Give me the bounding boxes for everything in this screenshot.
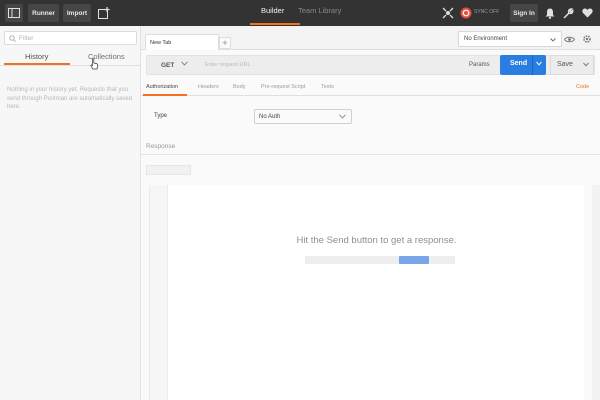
main-panel: New Tab + No Environment GET Params Send…: [141, 26, 600, 400]
environment-value: No Environment: [464, 36, 508, 42]
request-tab-indicator: [143, 94, 187, 96]
interceptor-icon[interactable]: [439, 4, 457, 22]
sidebar-toggle-icon[interactable]: [5, 4, 23, 22]
request-tab[interactable]: New Tab: [145, 34, 219, 50]
response-gutter: [150, 185, 168, 400]
tab-pre-request-script[interactable]: Pre-request Script: [261, 84, 305, 90]
auth-type-label: Type: [154, 113, 168, 119]
response-placeholder-chip: [146, 165, 191, 175]
tab-history[interactable]: History: [25, 52, 48, 61]
response-hint: Hit the Send button to get a response.: [296, 235, 457, 246]
response-divider: [141, 154, 600, 155]
method-select[interactable]: GET: [161, 62, 174, 69]
tab-headers[interactable]: Headers: [198, 84, 219, 90]
auth-type-value: No Auth: [259, 114, 281, 120]
pointer-cursor-icon: [90, 58, 99, 70]
send-button-label: Send: [510, 60, 528, 67]
response-body: Hit the Send button to get a response.: [149, 185, 584, 400]
auth-type-select[interactable]: No Auth: [254, 109, 352, 124]
import-button[interactable]: Import: [63, 4, 91, 22]
tab-tests[interactable]: Tests: [321, 84, 334, 90]
tab-builder[interactable]: Builder: [261, 6, 284, 15]
eye-icon[interactable]: [562, 31, 576, 47]
response-hint-highlight: [399, 256, 429, 264]
tab-authorization[interactable]: Authorization: [146, 84, 178, 90]
response-scrollbar[interactable]: [592, 185, 600, 400]
url-input[interactable]: [205, 59, 455, 71]
runner-button[interactable]: Runner: [28, 4, 59, 22]
code-link[interactable]: Code: [576, 84, 589, 90]
tab-team-library[interactable]: Team Library: [298, 6, 341, 15]
chevron-down-icon: [550, 38, 556, 42]
sync-status: SYNC OFF: [474, 9, 500, 15]
notifications-bell-icon[interactable]: [541, 4, 559, 22]
tab-body[interactable]: Body: [233, 84, 246, 90]
sign-in-button[interactable]: Sign In: [510, 4, 538, 22]
top-bar: Runner Import Builder Team Library SYNC …: [0, 0, 600, 26]
method-chevron-down-icon[interactable]: [181, 61, 188, 66]
filter-input[interactable]: [19, 34, 129, 42]
filter-box[interactable]: [4, 31, 137, 45]
response-label: Response: [146, 143, 176, 150]
new-window-icon[interactable]: [95, 4, 113, 22]
sidebar-divider: [0, 65, 141, 66]
environment-settings-gear-icon[interactable]: [580, 31, 594, 47]
add-tab-button[interactable]: +: [219, 37, 231, 49]
send-button[interactable]: Send: [500, 55, 546, 75]
heart-icon[interactable]: [578, 4, 596, 22]
search-icon: [9, 34, 16, 42]
sync-icon[interactable]: [457, 4, 475, 22]
save-options-chevron-icon[interactable]: [583, 62, 589, 67]
sidebar: History Collections Nothing in your hist…: [0, 26, 141, 400]
chevron-down-icon: [339, 114, 346, 119]
environment-select[interactable]: No Environment: [458, 31, 562, 47]
save-button[interactable]: Save: [550, 55, 594, 75]
history-empty-message: Nothing in your history yet. Requests th…: [7, 87, 133, 110]
request-tab-strip: New Tab + No Environment: [141, 26, 600, 50]
request-config-tabs: Authorization Headers Body Pre-request S…: [141, 80, 600, 96]
settings-wrench-icon[interactable]: [559, 4, 577, 22]
save-button-label: Save: [557, 61, 573, 68]
response-hint-placeholder: [305, 256, 455, 264]
send-split-divider: [532, 55, 533, 75]
send-options-chevron-icon[interactable]: [536, 61, 542, 66]
active-tab-indicator: [250, 23, 300, 25]
params-button[interactable]: Params: [469, 62, 490, 68]
